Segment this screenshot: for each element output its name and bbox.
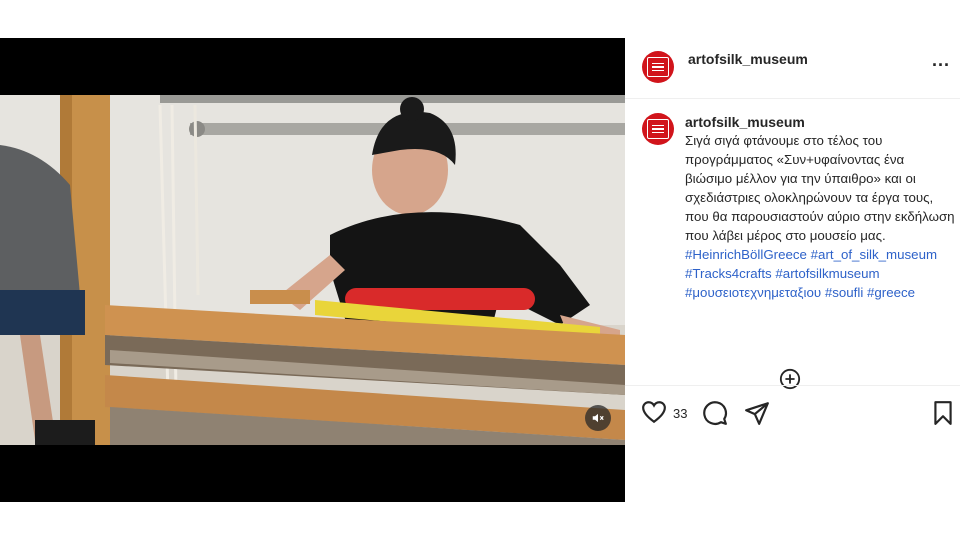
share-button[interactable]	[744, 400, 770, 431]
hashtag-link[interactable]: #greece	[867, 285, 915, 300]
hashtag-link[interactable]: #art_of_silk_museum	[811, 247, 937, 262]
comment-button[interactable]	[702, 400, 728, 431]
comment-icon	[703, 401, 727, 425]
caption-body: Σιγά σιγά φτάνουμε στο τέλος του προγράμ…	[685, 133, 955, 243]
hashtag-link[interactable]: #soufli	[825, 285, 863, 300]
caption-username[interactable]: artofsilk_museum	[685, 114, 805, 130]
weaving-loom-video	[0, 95, 625, 445]
museum-logo-icon	[647, 119, 669, 139]
likes-count[interactable]: 33	[673, 406, 687, 421]
caption-text: Σιγά σιγά φτάνουμε στο τέλος του προγράμ…	[685, 131, 955, 302]
instagram-post: artofsilk_museum ... artofsilk_museum Σι…	[0, 38, 960, 502]
hashtag-link[interactable]: #HeinrichBöllGreece	[685, 247, 807, 262]
more-options-button[interactable]: ...	[932, 50, 950, 71]
post-actions-bar: 33	[625, 385, 960, 438]
post-media[interactable]	[0, 38, 625, 502]
caption-avatar[interactable]	[642, 113, 674, 145]
mute-toggle-button[interactable]	[585, 405, 611, 431]
avatar[interactable]	[642, 51, 674, 83]
heart-icon	[642, 401, 666, 424]
post-header: artofsilk_museum ...	[625, 38, 960, 99]
post-side-panel: artofsilk_museum ... artofsilk_museum Σι…	[625, 38, 960, 502]
header-username[interactable]: artofsilk_museum	[688, 51, 808, 67]
hashtag-link[interactable]: #artofsilkmuseum	[775, 266, 879, 281]
share-icon	[745, 402, 769, 425]
video-frame[interactable]	[0, 95, 625, 445]
save-button[interactable]	[932, 400, 954, 431]
like-button[interactable]	[641, 400, 667, 429]
bookmark-icon	[934, 401, 952, 425]
hashtag-link[interactable]: #μουσειοτεχνημεταξιου	[685, 285, 821, 300]
speaker-muted-icon	[592, 413, 604, 423]
museum-logo-icon	[647, 57, 669, 77]
hashtag-link[interactable]: #Tracks4crafts	[685, 266, 772, 281]
